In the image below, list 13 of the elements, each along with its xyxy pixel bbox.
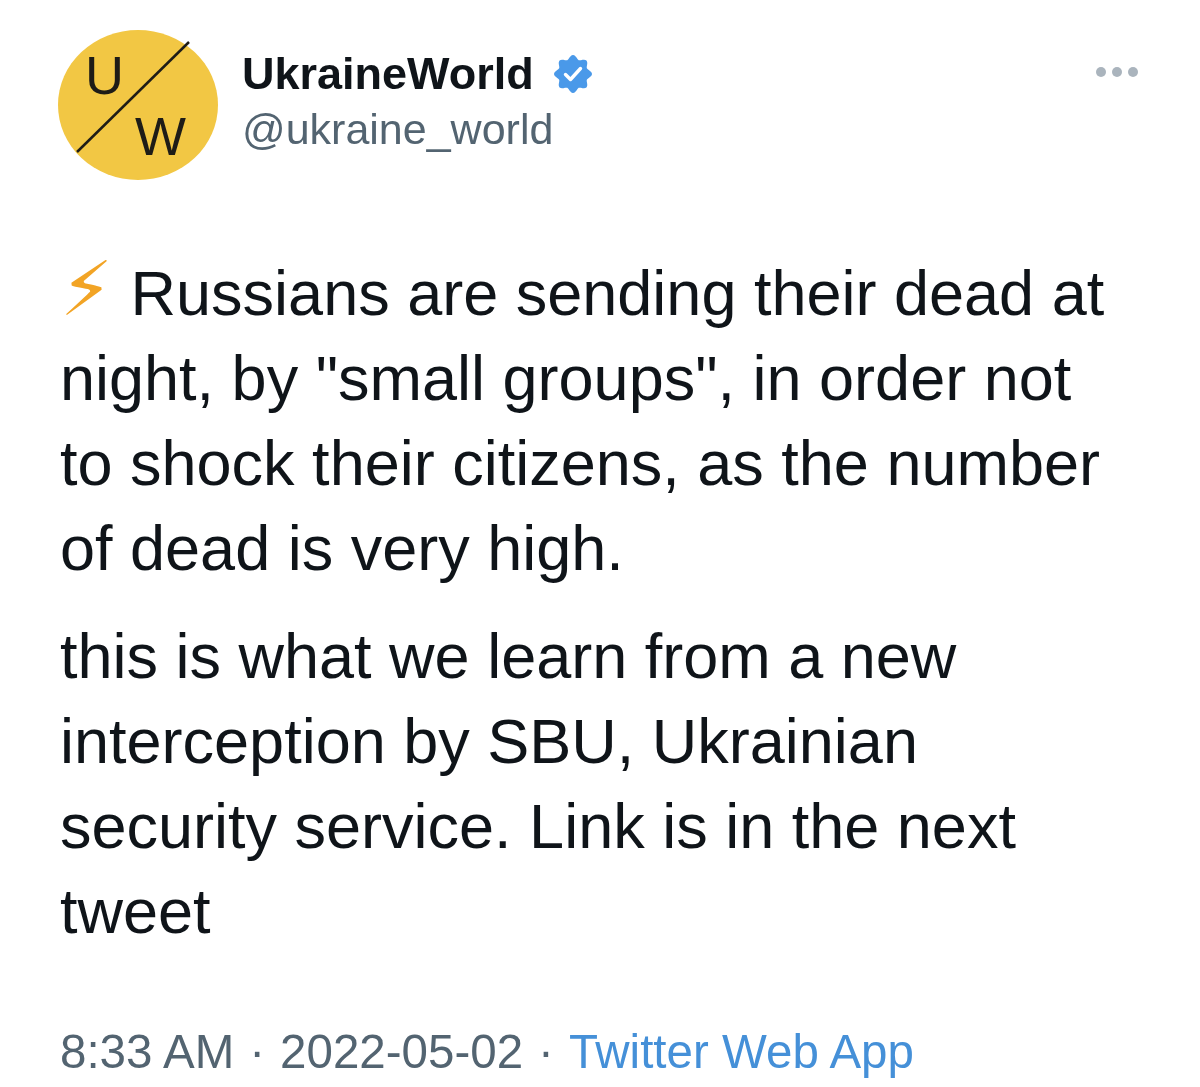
separator-dot: ·: [538, 1024, 554, 1080]
logo-avatar[interactable]: U W: [58, 30, 218, 180]
more-options-icon[interactable]: [1096, 67, 1138, 77]
author-handle[interactable]: @ukraine_world: [242, 102, 592, 159]
logo-letter: W: [135, 109, 186, 163]
diagonal-line-icon: [76, 41, 190, 153]
separator-dot: ·: [249, 1024, 266, 1080]
logo-letter: U: [85, 48, 124, 102]
tweet-text: ⚡ Russians are sending their dead at night, by "small groups", in order not to shock their citizens, as the number of dead is very high.: [60, 247, 1106, 585]
timestamp-text: 2022-05-02: [280, 1024, 524, 1080]
tweet-text: this is what we learn from a new interception by SBU, Ukrainian security service. Link is in the next tweet: [60, 620, 1017, 948]
author-name[interactable]: UkraineWorld: [242, 45, 534, 103]
timestamp-text: 8:33 AM: [60, 1024, 235, 1080]
